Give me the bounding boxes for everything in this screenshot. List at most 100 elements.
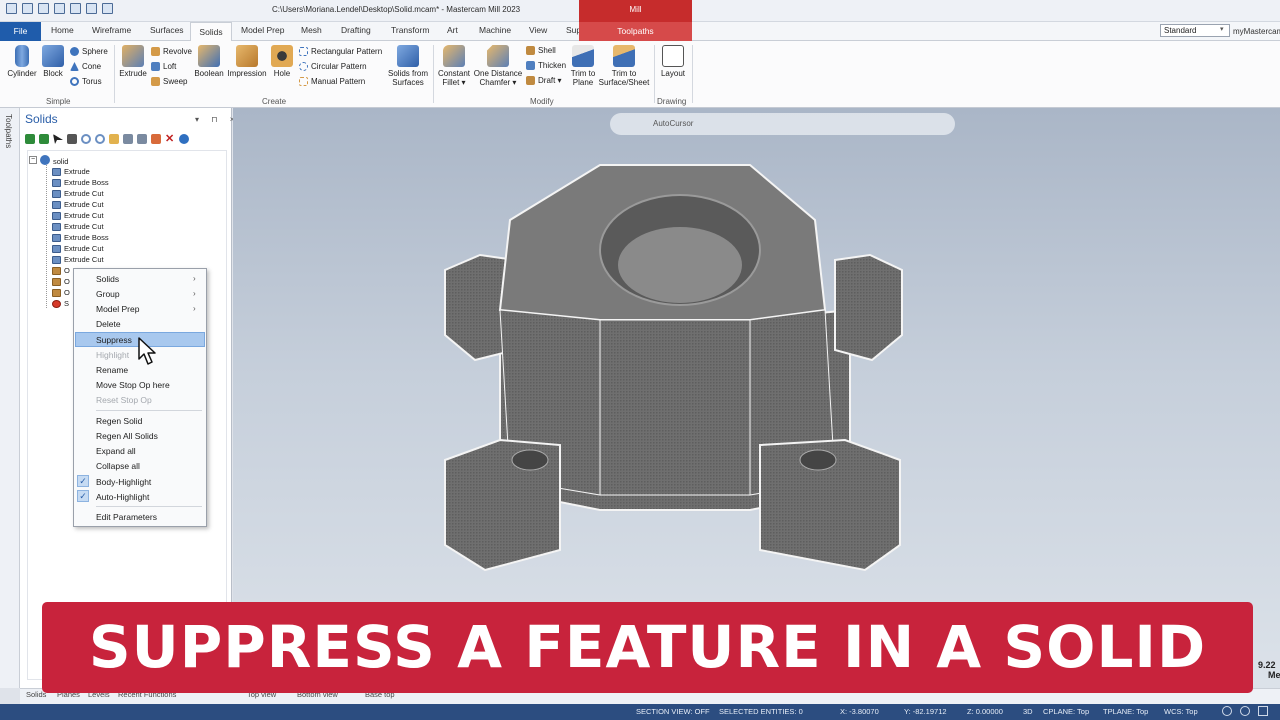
- status-cplane[interactable]: CPLANE: Top: [1043, 707, 1089, 716]
- tab-art[interactable]: Art: [447, 25, 458, 35]
- tree-item[interactable]: Extrude Cut: [52, 255, 104, 264]
- delete-icon[interactable]: ✕: [165, 134, 175, 145]
- my-mastercam-link[interactable]: myMastercam: [1233, 27, 1280, 36]
- tab-machine[interactable]: Machine: [479, 25, 511, 35]
- solid-icon[interactable]: [151, 134, 161, 144]
- one-distance-chamfer-button[interactable]: One Distance Chamfer ▾: [473, 45, 523, 87]
- trim-to-surface-button[interactable]: Trim to Surface/Sheet: [597, 45, 651, 87]
- tab-drafting[interactable]: Drafting: [341, 25, 371, 35]
- tree-root-solid[interactable]: solid: [53, 157, 68, 166]
- menu-item-suppress[interactable]: Suppress: [96, 335, 132, 345]
- hole-button[interactable]: Hole: [270, 45, 294, 78]
- tree-item[interactable]: Extrude: [52, 167, 90, 176]
- tab-surfaces[interactable]: Surfaces: [150, 25, 184, 35]
- open-icon[interactable]: [38, 3, 49, 14]
- manual-pattern-button[interactable]: Manual Pattern: [299, 77, 365, 86]
- status-section-view[interactable]: SECTION VIEW: OFF: [636, 707, 710, 716]
- menu-item-solids[interactable]: Solids: [96, 274, 119, 284]
- tree-item[interactable]: O: [52, 266, 70, 275]
- extrude-button[interactable]: Extrude: [118, 45, 148, 78]
- undo-icon[interactable]: [86, 3, 97, 14]
- tab-model-prep[interactable]: Model Prep: [241, 25, 284, 35]
- loft-button[interactable]: Loft: [151, 62, 176, 71]
- print-icon[interactable]: [54, 3, 65, 14]
- cone-button[interactable]: Cone: [70, 62, 101, 71]
- menu-item-move-stop-op[interactable]: Move Stop Op here: [96, 380, 170, 390]
- tab-home[interactable]: Home: [51, 25, 74, 35]
- regen-all-icon[interactable]: [39, 134, 49, 144]
- wand-icon[interactable]: [67, 134, 77, 144]
- autocursor-label[interactable]: AutoCursor: [653, 119, 693, 128]
- select-icon[interactable]: [53, 134, 63, 144]
- tree-item[interactable]: O: [52, 288, 70, 297]
- impression-button[interactable]: Impression: [226, 45, 268, 78]
- chevron-down-icon[interactable]: ▾: [1220, 25, 1224, 33]
- sweep-button[interactable]: Sweep: [151, 77, 187, 86]
- tree-item[interactable]: S: [52, 299, 69, 308]
- tab-transform[interactable]: Transform: [391, 25, 429, 35]
- menu-item-group[interactable]: Group: [96, 289, 120, 299]
- tree-item[interactable]: Extrude Cut: [52, 222, 104, 231]
- expand-icon[interactable]: [123, 134, 133, 144]
- menu-item-expand-all[interactable]: Expand all: [96, 446, 136, 456]
- menu-item-regen-solid[interactable]: Regen Solid: [96, 416, 142, 426]
- collapse-icon[interactable]: [137, 134, 147, 144]
- status-x-coordinate: X: -3.80070: [840, 707, 879, 716]
- menu-item-auto-highlight[interactable]: Auto-Highlight: [96, 492, 149, 502]
- folder-icon[interactable]: [109, 134, 119, 144]
- torus-button[interactable]: Torus: [70, 77, 102, 86]
- revolve-button[interactable]: Revolve: [151, 47, 192, 56]
- circular-pattern-button[interactable]: Circular Pattern: [299, 62, 367, 71]
- feature-icon: [52, 288, 61, 297]
- new-file-icon[interactable]: [6, 3, 17, 14]
- menu-item-body-highlight[interactable]: Body-Highlight: [96, 477, 151, 487]
- view-cube-icon[interactable]: [1240, 706, 1250, 716]
- globe-icon[interactable]: [1222, 706, 1232, 716]
- undo-icon[interactable]: [81, 134, 91, 144]
- tab-wireframe[interactable]: Wireframe: [92, 25, 131, 35]
- cylinder-button[interactable]: Cylinder: [6, 45, 38, 78]
- trim-to-plane-button[interactable]: Trim to Plane: [567, 45, 599, 87]
- draft-button[interactable]: Draft ▾: [526, 76, 562, 85]
- tree-item[interactable]: Extrude Cut: [52, 244, 104, 253]
- regen-icon[interactable]: [25, 134, 35, 144]
- redo-icon[interactable]: [95, 134, 105, 144]
- layout-button[interactable]: Layout: [658, 45, 688, 78]
- status-mode[interactable]: 3D: [1023, 707, 1033, 716]
- tree-item[interactable]: Extrude Boss: [52, 233, 109, 242]
- rectangular-pattern-button[interactable]: Rectangular Pattern: [299, 47, 382, 56]
- tree-item[interactable]: Extrude Boss: [52, 178, 109, 187]
- sphere-button[interactable]: Sphere: [70, 47, 108, 56]
- tab-solids[interactable]: Solids: [190, 22, 232, 42]
- menu-item-regen-all-solids[interactable]: Regen All Solids: [96, 431, 158, 441]
- save-icon[interactable]: [22, 3, 33, 14]
- block-button[interactable]: Block: [40, 45, 66, 78]
- status-tplane[interactable]: TPLANE: Top: [1103, 707, 1148, 716]
- menu-item-rename[interactable]: Rename: [96, 365, 128, 375]
- tree-item[interactable]: Extrude Cut: [52, 200, 104, 209]
- menu-item-model-prep[interactable]: Model Prep: [96, 304, 139, 314]
- shell-button[interactable]: Shell: [526, 46, 556, 55]
- menu-item-collapse-all[interactable]: Collapse all: [96, 461, 140, 471]
- tree-item[interactable]: Extrude Cut: [52, 211, 104, 220]
- boolean-button[interactable]: Boolean: [193, 45, 225, 78]
- tab-mesh[interactable]: Mesh: [301, 25, 322, 35]
- solids-from-surfaces-button[interactable]: Solids from Surfaces: [386, 45, 430, 87]
- toolpaths-dock-tab[interactable]: Toolpaths: [4, 114, 13, 148]
- redo-icon[interactable]: [102, 3, 113, 14]
- tab-view[interactable]: View: [529, 25, 547, 35]
- menu-item-delete[interactable]: Delete: [96, 319, 121, 329]
- status-wcs[interactable]: WCS: Top: [1164, 707, 1198, 716]
- help-icon[interactable]: [179, 134, 189, 144]
- constant-fillet-button[interactable]: Constant Fillet ▾: [436, 45, 472, 87]
- save-as-icon[interactable]: [70, 3, 81, 14]
- tree-collapse-toggle[interactable]: −: [29, 156, 37, 164]
- tree-item[interactable]: O: [52, 277, 70, 286]
- settings-icon[interactable]: [1258, 706, 1268, 716]
- tree-item[interactable]: Extrude Cut: [52, 189, 104, 198]
- tab-toolpaths[interactable]: Toolpaths: [579, 22, 692, 41]
- solid-part-model[interactable]: [440, 160, 910, 580]
- thicken-button[interactable]: Thicken: [526, 61, 566, 70]
- tab-file[interactable]: File: [0, 22, 41, 41]
- menu-item-edit-parameters[interactable]: Edit Parameters: [96, 512, 157, 522]
